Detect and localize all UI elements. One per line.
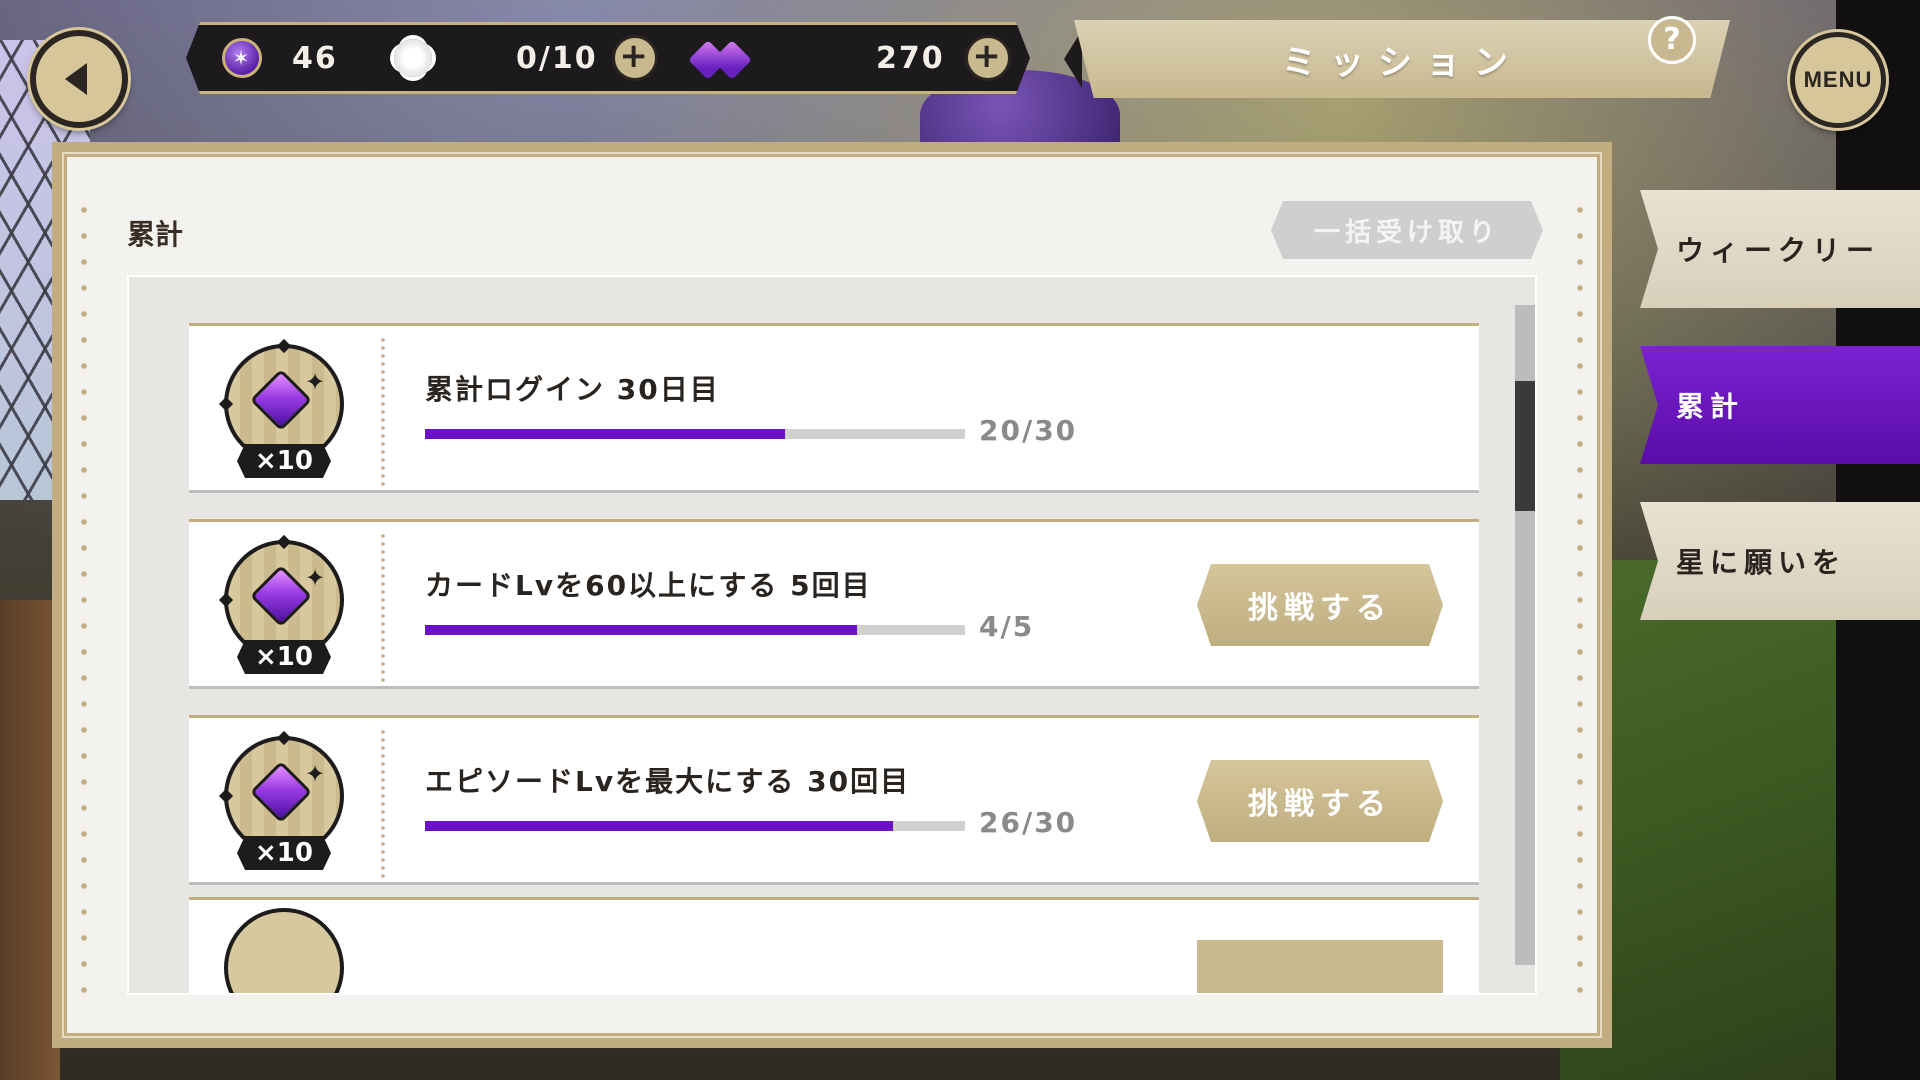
gem-count-group: 270 + <box>876 25 1011 91</box>
reward-badge: ✦ ×10 <box>219 336 349 486</box>
tab-weekly[interactable]: ウィークリー <box>1640 190 1920 308</box>
progress-label: 26/30 <box>979 806 1078 839</box>
section-title: 累計 <box>127 218 184 251</box>
back-arrow-icon <box>65 63 87 95</box>
resource-bar: ✶ 46 0/10 + 270 + <box>186 22 1030 94</box>
challenge-button-partial[interactable] <box>1197 940 1443 993</box>
mission-row: ✦ ×10 エピソードLvを最大にする 30回目 26/30 挑戦する <box>189 715 1479 885</box>
sparkle-icon: ✦ <box>305 368 326 396</box>
gem-resource <box>690 25 754 91</box>
receive-all-button[interactable]: 一括受け取り <box>1271 201 1543 259</box>
help-button[interactable]: ? <box>1648 16 1696 64</box>
gem-count: 270 <box>876 40 945 76</box>
flower-icon <box>394 39 432 77</box>
flower-resource <box>394 25 432 91</box>
scrollbar[interactable] <box>1515 305 1535 965</box>
progress-label: 20/30 <box>979 414 1078 447</box>
mission-title: 累計ログイン 30日目 <box>425 373 720 406</box>
row-divider <box>381 728 385 878</box>
mission-row-partial <box>189 897 1479 993</box>
tab-wish-upon-star[interactable]: 星に願いを <box>1640 502 1920 620</box>
reward-count: ×10 <box>237 640 331 674</box>
panel-border-dots <box>1577 197 1583 993</box>
progress-label: 4/5 <box>979 610 1035 643</box>
progress-bar <box>425 429 965 439</box>
mission-row: ✦ ×10 累計ログイン 30日目 20/30 <box>189 323 1479 493</box>
reward-count: ×10 <box>237 836 331 870</box>
mission-panel-inner: 累計 一括受け取り ✦ ×10 累計ログイン 30日目 20/30 ✦ ×10 … <box>62 152 1602 1038</box>
mission-panel: 累計 一括受け取り ✦ ×10 累計ログイン 30日目 20/30 ✦ ×10 … <box>52 142 1612 1048</box>
orb-icon: ✶ <box>222 38 262 78</box>
row-divider <box>381 336 385 486</box>
mission-row: ✦ ×10 カードLvを60以上にする 5回目 4/5 挑戦する <box>189 519 1479 689</box>
reward-count: ×10 <box>237 444 331 478</box>
scrollbar-thumb[interactable] <box>1515 381 1535 511</box>
gem-icon <box>690 36 754 80</box>
row-divider <box>381 532 385 682</box>
challenge-button[interactable]: 挑戦する <box>1197 564 1443 646</box>
sparkle-icon: ✦ <box>305 760 326 788</box>
flower-count: 0/10 <box>516 40 598 76</box>
menu-button[interactable]: MENU <box>1790 32 1886 128</box>
add-gem-button[interactable]: + <box>965 35 1011 81</box>
tab-cumulative[interactable]: 累計 <box>1640 346 1920 464</box>
mission-title: カードLvを60以上にする 5回目 <box>425 569 872 602</box>
reward-badge: ✦ ×10 <box>219 728 349 878</box>
background-shelf <box>0 600 60 1080</box>
add-flower-button[interactable]: + <box>612 35 658 81</box>
flower-count-group: 0/10 + <box>516 25 658 91</box>
mission-title: エピソードLvを最大にする 30回目 <box>425 765 911 798</box>
orb-resource: ✶ 46 <box>222 25 338 91</box>
progress-bar <box>425 625 965 635</box>
progress-bar <box>425 821 965 831</box>
orb-count: 46 <box>292 40 338 76</box>
back-button[interactable] <box>30 30 128 128</box>
reward-badge: ✦ ×10 <box>219 532 349 682</box>
reward-ring <box>224 908 344 993</box>
sparkle-icon: ✦ <box>305 564 326 592</box>
page-title: ミッション <box>1074 20 1730 98</box>
challenge-button[interactable]: 挑戦する <box>1197 760 1443 842</box>
mission-list[interactable]: ✦ ×10 累計ログイン 30日目 20/30 ✦ ×10 カードLvを60以上… <box>127 275 1537 995</box>
panel-border-dots <box>81 197 87 993</box>
